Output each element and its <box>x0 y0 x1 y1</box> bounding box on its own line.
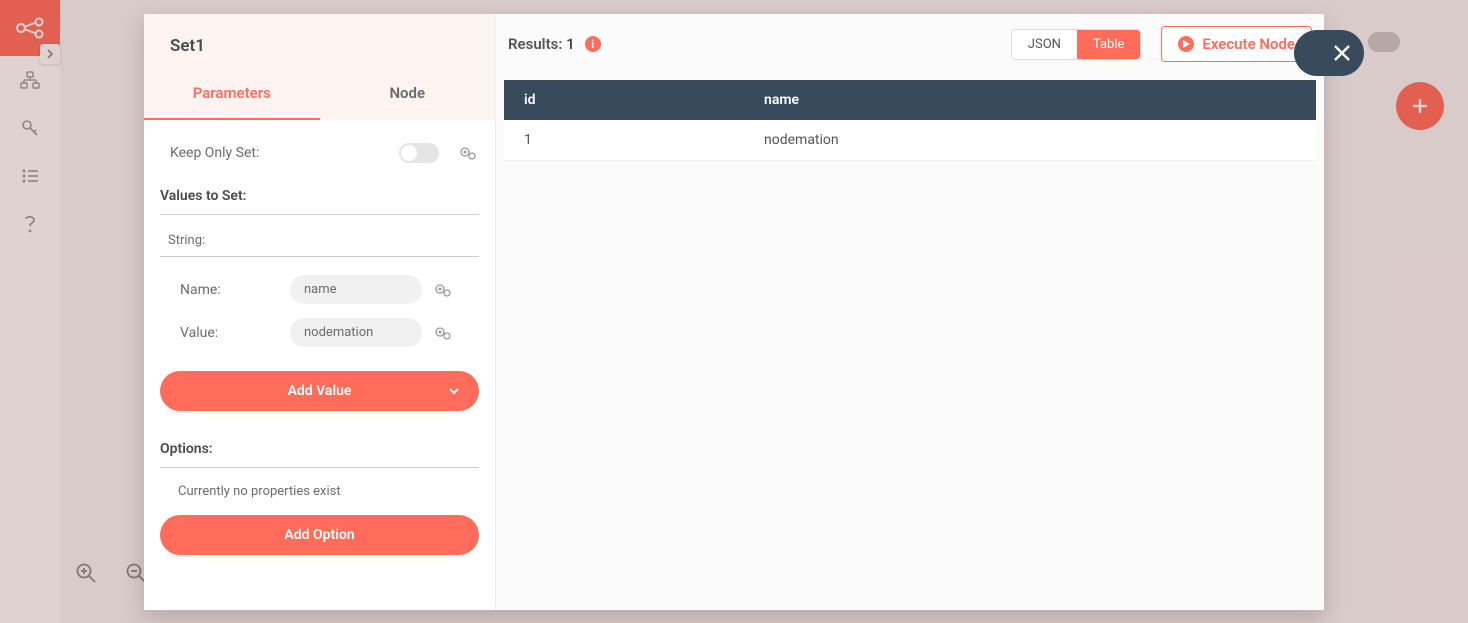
gears-icon <box>434 326 452 340</box>
view-json-button[interactable]: JSON <box>1012 30 1077 59</box>
values-to-set-header: Values to Set: <box>160 178 479 215</box>
sidebar-item-credentials[interactable] <box>0 104 60 152</box>
left-sidebar <box>0 0 60 623</box>
value-field-label: Value: <box>180 325 280 341</box>
results-info-icon[interactable]: i <box>585 36 601 52</box>
name-field-label: Name: <box>180 282 280 298</box>
config-tabs: Parameters Node <box>144 70 495 120</box>
results-label: Results: 1 <box>508 35 575 53</box>
value-field-options[interactable] <box>432 322 454 344</box>
view-table-button[interactable]: Table <box>1077 30 1140 59</box>
table-header: id name <box>504 80 1316 120</box>
results-table: id name 1 nodemation <box>504 80 1316 161</box>
list-icon <box>21 168 39 184</box>
string-type-label: String: <box>160 225 479 257</box>
cell-name: nodemation <box>744 120 1316 160</box>
options-header: Options: <box>160 431 479 468</box>
options-empty-message: Currently no properties exist <box>160 478 479 507</box>
sitemap-icon <box>20 71 40 89</box>
add-option-label: Add Option <box>284 527 354 543</box>
view-mode-segmented: JSON Table <box>1011 29 1142 60</box>
question-icon <box>23 214 37 234</box>
gears-icon <box>459 146 477 160</box>
keep-only-set-options[interactable] <box>457 142 479 164</box>
app-logo[interactable] <box>0 0 60 56</box>
add-option-button[interactable]: Add Option <box>160 515 479 555</box>
add-value-button[interactable]: Add Value <box>160 371 479 411</box>
workflow-logo-icon <box>15 17 45 39</box>
add-node-button[interactable] <box>1396 82 1444 130</box>
chevron-right-icon <box>45 49 55 59</box>
play-icon <box>1178 36 1194 52</box>
zoom-controls <box>70 557 152 589</box>
value-field-input[interactable] <box>290 318 422 347</box>
node-edit-modal: Set1 Parameters Node Keep Only Set: <box>144 14 1324 610</box>
tab-node[interactable]: Node <box>320 70 496 120</box>
plus-icon <box>1409 95 1431 117</box>
sidebar-item-help[interactable] <box>0 200 60 248</box>
keep-only-set-toggle[interactable] <box>399 143 439 163</box>
col-header-name: name <box>744 80 1316 120</box>
add-value-label: Add Value <box>288 383 352 399</box>
cell-id: 1 <box>504 120 744 160</box>
tab-parameters[interactable]: Parameters <box>144 70 320 120</box>
zoom-in-icon <box>75 562 97 584</box>
sidebar-expand-toggle[interactable] <box>40 44 60 64</box>
node-config-panel: Set1 Parameters Node Keep Only Set: <box>144 14 496 610</box>
keep-only-set-label: Keep Only Set: <box>170 145 259 161</box>
node-title: Set1 <box>144 14 495 70</box>
gears-icon <box>434 283 452 297</box>
name-field-options[interactable] <box>432 279 454 301</box>
execute-node-button[interactable]: Execute Node <box>1161 26 1312 62</box>
sidebar-item-executions[interactable] <box>0 152 60 200</box>
close-modal-button[interactable] <box>1294 30 1364 76</box>
chevron-down-icon <box>447 384 461 398</box>
results-panel: Results: 1 i JSON Table Execute Node id … <box>496 14 1324 610</box>
col-header-id: id <box>504 80 744 120</box>
table-row: 1 nodemation <box>504 120 1316 161</box>
close-icon <box>1332 43 1352 63</box>
zoom-in-button[interactable] <box>70 557 102 589</box>
key-icon <box>21 119 39 137</box>
execute-node-label: Execute Node <box>1202 35 1295 53</box>
workflow-active-toggle[interactable] <box>1368 32 1400 52</box>
name-field-input[interactable] <box>290 275 422 304</box>
